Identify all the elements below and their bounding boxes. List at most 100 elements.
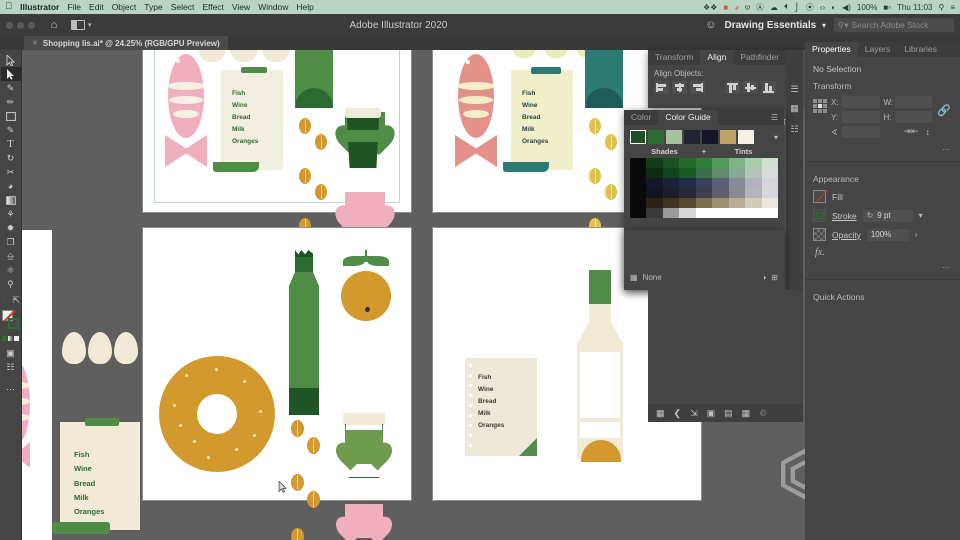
- menu-effect[interactable]: Effect: [202, 2, 224, 12]
- color-swatch[interactable]: [662, 188, 680, 198]
- opacity-value[interactable]: 100%: [866, 228, 909, 241]
- timemachine-icon[interactable]: ⏴: [784, 2, 788, 12]
- artboard-top-left[interactable]: Fish Wine Bread Milk Oranges: [142, 50, 412, 250]
- color-mode-buttons[interactable]: [2, 336, 19, 341]
- color-group-label[interactable]: None: [643, 273, 662, 282]
- edit-toolbar-icon[interactable]: ☷: [1, 360, 21, 374]
- tab-libraries[interactable]: Libraries: [897, 42, 944, 57]
- reference-point-icon[interactable]: [813, 99, 827, 113]
- screen-mode-tool[interactable]: ▣: [1, 346, 21, 360]
- color-guide-footer-panel[interactable]: ▦ None ◑ ⊞: [624, 230, 784, 290]
- x-input[interactable]: [842, 96, 880, 108]
- control-center-icon[interactable]: ≡: [950, 3, 955, 12]
- notepad-shape[interactable]: Fish Wine Bread Milk Oranges: [465, 358, 537, 456]
- align-left-icon[interactable]: [654, 81, 669, 94]
- ref-dot[interactable]: [823, 109, 827, 113]
- color-swatch[interactable]: [646, 178, 663, 188]
- angle-input[interactable]: [842, 126, 880, 138]
- color-swatch[interactable]: [662, 178, 680, 188]
- type-tool[interactable]: T: [1, 137, 21, 151]
- color-swatch[interactable]: [662, 158, 680, 168]
- menu-window[interactable]: Window: [258, 2, 288, 12]
- ref-dot[interactable]: [813, 104, 817, 108]
- eyedropper-tool[interactable]: ⚘: [1, 207, 21, 221]
- properties-panel[interactable]: Properties Layers Libraries No Selection…: [805, 42, 960, 540]
- color-swatch[interactable]: [646, 168, 663, 178]
- menu-illustrator[interactable]: Illustrator: [20, 2, 59, 12]
- color-swatch[interactable]: [630, 178, 647, 188]
- chevron-down-icon[interactable]: ▾: [774, 133, 778, 142]
- color-swatch[interactable]: [712, 198, 729, 208]
- bluetooth-icon[interactable]: ⦿: [806, 2, 814, 13]
- menu-view[interactable]: View: [232, 2, 250, 12]
- w-input[interactable]: [894, 96, 932, 108]
- fill-stroke-indicator[interactable]: [1, 310, 21, 332]
- color-swatch[interactable]: [728, 168, 746, 178]
- flip-vertical-icon[interactable]: ↕: [926, 127, 931, 137]
- color-swatch[interactable]: [761, 198, 778, 208]
- direct-selection-tool[interactable]: [0, 67, 21, 81]
- color-button[interactable]: [2, 336, 7, 341]
- color-swatch[interactable]: [728, 208, 746, 218]
- color-swatch[interactable]: [630, 208, 647, 218]
- curvature-tool[interactable]: ✏: [1, 95, 21, 109]
- align-vertical-center-icon[interactable]: [743, 81, 758, 94]
- stroke-label[interactable]: Stroke: [832, 211, 857, 221]
- close-icon[interactable]: ✕: [32, 39, 38, 47]
- menu-edit[interactable]: Edit: [89, 2, 104, 12]
- brushes-dock-icon[interactable]: ☷: [786, 114, 803, 135]
- gradient-button[interactable]: [8, 336, 13, 341]
- color-swatch[interactable]: [761, 168, 778, 178]
- more-options-icon[interactable]: ⋯: [1, 382, 21, 396]
- color-swatch[interactable]: [712, 188, 729, 198]
- search-icon[interactable]: ⚲: [938, 3, 944, 12]
- color-swatch[interactable]: [695, 178, 713, 188]
- color-dock-icon[interactable]: ☰: [786, 50, 803, 95]
- code-icon[interactable]: ‹›: [820, 3, 825, 12]
- base-swatch[interactable]: [720, 130, 736, 144]
- color-swatch[interactable]: [761, 208, 778, 218]
- color-swatch[interactable]: [646, 188, 663, 198]
- color-swatch[interactable]: [679, 198, 696, 208]
- rectangle-tool[interactable]: [1, 109, 21, 123]
- stock-search-field[interactable]: ⚲▾ Search Adobe Stock: [834, 18, 954, 32]
- color-swatch[interactable]: [712, 168, 729, 178]
- none-button[interactable]: [14, 336, 19, 341]
- shopping-list-card[interactable]: Fish Wine Bread Milk Oranges: [503, 67, 573, 172]
- color-swatch[interactable]: [745, 208, 762, 218]
- new-layer-icon[interactable]: ▦: [656, 408, 665, 419]
- fx-button[interactable]: fx.: [805, 244, 960, 261]
- color-swatch[interactable]: [630, 198, 647, 208]
- artboard-tool[interactable]: ⎒: [1, 249, 21, 263]
- panel-menu-icon[interactable]: ☰: [765, 113, 784, 122]
- tab-transform[interactable]: Transform: [648, 50, 700, 65]
- stroke-swatch-green-icon[interactable]: [7, 318, 19, 329]
- display-icon[interactable]: ⍹: [745, 2, 750, 12]
- chevron-down-icon[interactable]: ▾: [919, 211, 923, 220]
- tab-align[interactable]: Align: [700, 50, 734, 65]
- clock-label[interactable]: Thu 11:03: [897, 3, 932, 12]
- stroke-weight-input[interactable]: ↻ 9 pt: [862, 209, 913, 222]
- stroke-swatch-icon[interactable]: [813, 209, 826, 222]
- color-swatch[interactable]: [646, 198, 663, 208]
- base-swatch[interactable]: [648, 130, 664, 144]
- trash-icon[interactable]: ♲: [759, 408, 767, 419]
- megaphone-icon[interactable]: ◕: [734, 3, 739, 12]
- color-swatch[interactable]: [745, 188, 762, 198]
- edit-colors-icon[interactable]: ⊞: [771, 273, 778, 282]
- menu-file[interactable]: File: [67, 2, 81, 12]
- color-variation-grid[interactable]: [624, 158, 784, 218]
- ref-dot-center[interactable]: [818, 104, 822, 108]
- group-icon[interactable]: ▣: [707, 408, 716, 419]
- shape-builder-tool[interactable]: ◕: [1, 179, 21, 193]
- color-swatch[interactable]: [728, 188, 746, 198]
- delete-icon[interactable]: ▦: [742, 408, 751, 419]
- color-swatch[interactable]: [679, 188, 696, 198]
- color-swatch[interactable]: [745, 158, 762, 168]
- limit-colors-icon[interactable]: ◑: [761, 273, 766, 282]
- color-swatch[interactable]: [630, 188, 647, 198]
- arrow-right-icon[interactable]: ›: [915, 230, 918, 239]
- ref-dot[interactable]: [813, 99, 817, 103]
- color-swatch[interactable]: [695, 198, 713, 208]
- document-tab[interactable]: ✕ Shopping lis.ai* @ 24.25% (RGB/GPU Pre…: [24, 36, 228, 50]
